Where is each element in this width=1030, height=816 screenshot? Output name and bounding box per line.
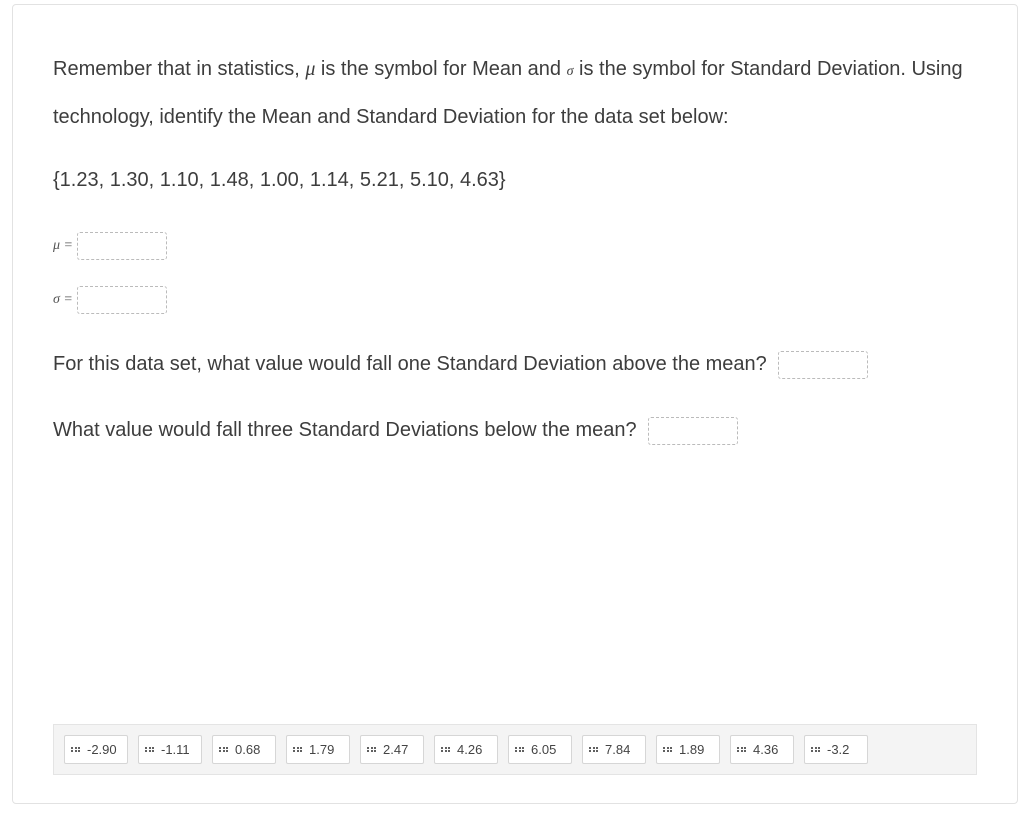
- three-sd-below-drop-slot[interactable]: [648, 417, 738, 445]
- answer-tile[interactable]: 4.26: [434, 735, 498, 764]
- tile-value: -3.2: [827, 742, 849, 757]
- tile-value: 4.26: [457, 742, 482, 757]
- answer-tile[interactable]: 2.47: [360, 735, 424, 764]
- drag-grip-icon: [663, 747, 672, 753]
- tile-value: -1.11: [161, 742, 190, 757]
- prompt-text: Remember that in statistics, μ is the sy…: [53, 45, 977, 141]
- prompt-part1: Remember that in statistics,: [53, 58, 305, 80]
- sigma-equals-label: σ =: [53, 292, 73, 308]
- answer-tile[interactable]: 4.36: [730, 735, 794, 764]
- answer-tile[interactable]: 6.05: [508, 735, 572, 764]
- question-three-sd-below: What value would fall three Standard Dev…: [53, 406, 977, 454]
- tile-value: 2.47: [383, 742, 408, 757]
- prompt-part2: is the symbol for Mean and: [315, 58, 566, 80]
- drag-grip-icon: [737, 747, 746, 753]
- question-card: Remember that in statistics, μ is the sy…: [12, 4, 1018, 804]
- q2-text: What value would fall three Standard Dev…: [53, 419, 637, 441]
- tile-value: 6.05: [531, 742, 556, 757]
- answer-tile[interactable]: -1.11: [138, 735, 202, 764]
- answer-tile[interactable]: -3.2: [804, 735, 868, 764]
- q1-text: For this data set, what value would fall…: [53, 353, 767, 375]
- answer-tile[interactable]: 1.89: [656, 735, 720, 764]
- answer-tile[interactable]: 7.84: [582, 735, 646, 764]
- tile-value: 1.89: [679, 742, 704, 757]
- sigma-drop-slot[interactable]: [77, 286, 167, 314]
- sigma-equation-row: σ =: [53, 286, 977, 314]
- drag-grip-icon: [589, 747, 598, 753]
- answer-tile[interactable]: 1.79: [286, 735, 350, 764]
- data-set: {1.23, 1.30, 1.10, 1.48, 1.00, 1.14, 5.2…: [53, 169, 977, 192]
- answer-bank: -2.90 -1.11 0.68 1.79 2.47 4.26 6.05 7.: [53, 724, 977, 775]
- tile-value: 4.36: [753, 742, 778, 757]
- drag-grip-icon: [71, 747, 80, 753]
- one-sd-above-drop-slot[interactable]: [778, 351, 868, 379]
- drag-grip-icon: [811, 747, 820, 753]
- mu-drop-slot[interactable]: [77, 232, 167, 260]
- drag-grip-icon: [219, 747, 228, 753]
- mu-equation-row: μ =: [53, 232, 977, 260]
- drag-grip-icon: [367, 747, 376, 753]
- mu-symbol: μ: [305, 58, 315, 80]
- question-one-sd-above: For this data set, what value would fall…: [53, 340, 977, 388]
- drag-grip-icon: [515, 747, 524, 753]
- drag-grip-icon: [441, 747, 450, 753]
- answer-tile[interactable]: -2.90: [64, 735, 128, 764]
- tile-value: -2.90: [87, 742, 117, 757]
- tile-value: 7.84: [605, 742, 630, 757]
- sigma-symbol: σ: [567, 64, 574, 79]
- tile-value: 0.68: [235, 742, 260, 757]
- drag-grip-icon: [145, 747, 154, 753]
- answer-tile[interactable]: 0.68: [212, 735, 276, 764]
- mu-equals-label: μ =: [53, 238, 73, 254]
- tile-value: 1.79: [309, 742, 334, 757]
- drag-grip-icon: [293, 747, 302, 753]
